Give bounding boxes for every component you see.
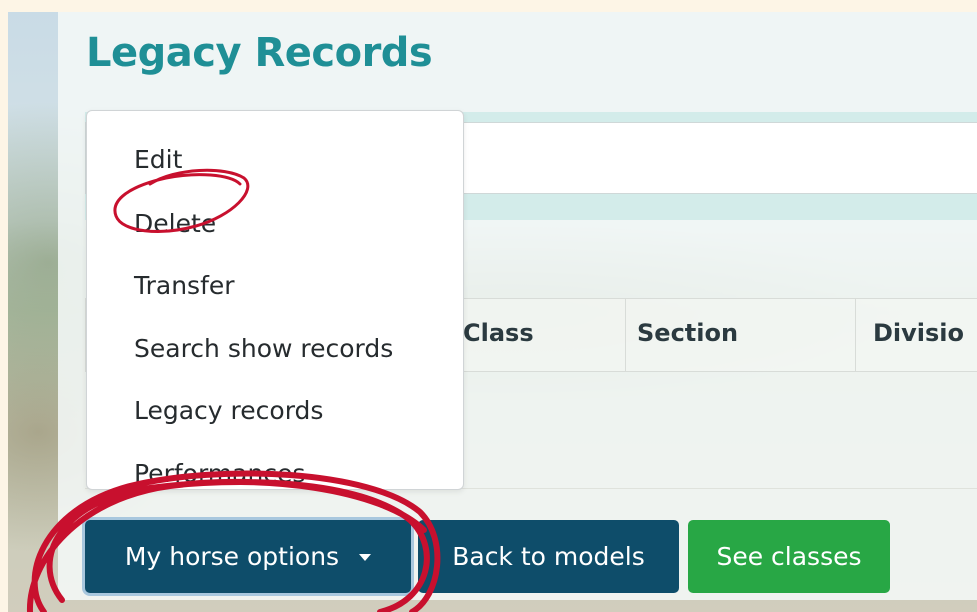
menu-item-transfer[interactable]: Transfer: [134, 271, 235, 300]
menu-item-search-show-records[interactable]: Search show records: [134, 334, 393, 363]
my-horse-options-button[interactable]: My horse options: [85, 520, 411, 593]
menu-item-performances[interactable]: Performances: [134, 459, 305, 488]
horse-options-menu: Edit Delete Transfer Search show records…: [86, 110, 464, 490]
menu-item-legacy-records[interactable]: Legacy records: [134, 396, 323, 425]
menu-item-delete[interactable]: Delete: [134, 209, 216, 238]
menu-item-edit[interactable]: Edit: [134, 145, 182, 174]
page-title: Legacy Records: [86, 30, 433, 76]
see-classes-button[interactable]: See classes: [688, 520, 890, 593]
column-divider: [625, 299, 626, 371]
column-header-division[interactable]: Divisio: [873, 319, 977, 347]
column-header-section[interactable]: Section: [637, 319, 738, 347]
caret-down-icon: [359, 554, 372, 561]
column-divider: [855, 299, 856, 371]
column-header-class[interactable]: Class: [463, 319, 534, 347]
back-to-models-button[interactable]: Back to models: [418, 520, 679, 593]
my-horse-options-label: My horse options: [124, 542, 340, 571]
